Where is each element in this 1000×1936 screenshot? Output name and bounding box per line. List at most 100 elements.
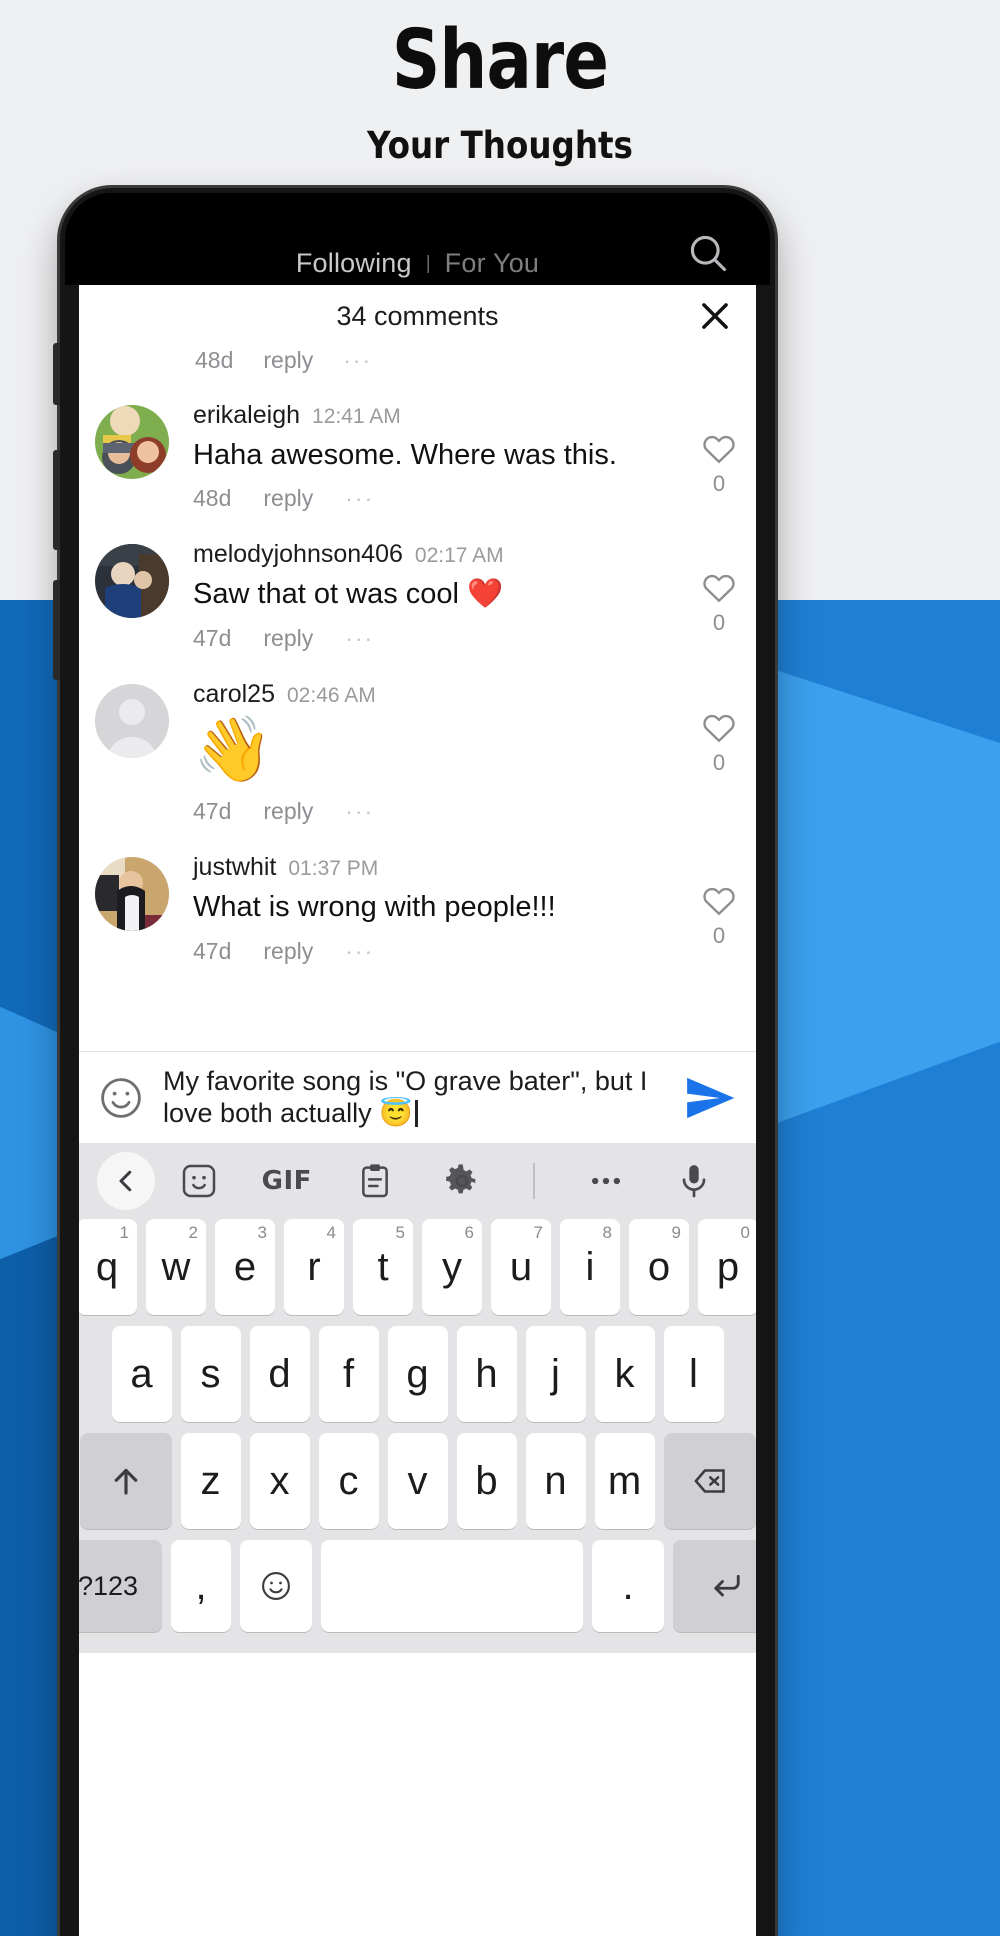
search-icon[interactable] <box>686 231 730 275</box>
key-p[interactable]: 0p <box>698 1219 756 1315</box>
key-t[interactable]: 5t <box>353 1219 413 1315</box>
key-space[interactable] <box>321 1540 583 1632</box>
keyboard-tool-group[interactable]: GIF <box>155 1158 738 1204</box>
gear-icon[interactable] <box>439 1158 485 1204</box>
key-a[interactable]: a <box>111 1326 172 1422</box>
key-comma[interactable]: , <box>171 1540 231 1632</box>
tab-for-you[interactable]: For You <box>445 248 539 279</box>
key-number: 9 <box>671 1223 681 1242</box>
more-options-icon[interactable]: ··· <box>345 939 374 963</box>
on-screen-keyboard[interactable]: GIF 1 q 2 w 3 e 4 r 5 t 6 y 7 u 8 i 9 o … <box>79 1143 756 1653</box>
gif-icon[interactable]: GIF <box>262 1158 312 1204</box>
heart-icon <box>703 888 735 916</box>
comment-footer: 48d reply ··· <box>193 485 672 512</box>
comment-input-line-2: both actually 😇 <box>220 1097 413 1128</box>
key-i[interactable]: 8i <box>560 1219 620 1315</box>
comment-username[interactable]: erikaleigh <box>193 401 300 430</box>
more-icon[interactable] <box>583 1158 629 1204</box>
clipboard-icon[interactable] <box>352 1158 398 1204</box>
reply-button[interactable]: reply <box>263 798 313 825</box>
key-d[interactable]: d <box>249 1326 310 1422</box>
heart-icon <box>703 435 735 464</box>
comment-age: 47d <box>193 937 232 964</box>
comment-item[interactable]: carol25 02:46 AM 👋 47d reply ··· 0 <box>79 666 756 840</box>
key-w[interactable]: 2w <box>146 1219 206 1315</box>
like-count: 0 <box>712 610 726 636</box>
key-h[interactable]: h <box>456 1326 517 1422</box>
key-u[interactable]: 7u <box>491 1219 551 1315</box>
more-options-icon[interactable]: ··· <box>343 349 372 372</box>
comment-timestamp: 02:17 AM <box>414 544 504 568</box>
key-l[interactable]: l <box>663 1326 724 1422</box>
send-icon[interactable] <box>682 1070 738 1126</box>
key-g[interactable]: g <box>387 1326 448 1422</box>
promo-header: Share Your Thoughts <box>0 0 1000 168</box>
like-column[interactable]: 0 <box>682 680 756 776</box>
comment-username[interactable]: carol25 <box>193 680 275 709</box>
keyboard-row-1[interactable]: 1q 2w 3e 4r 5t 6y 7u 8i 9o 0p <box>79 1219 756 1326</box>
comment-item[interactable]: melodyjohnson406 02:17 AM Saw that ot wa… <box>79 526 756 665</box>
app-tab-bar: Following | For You <box>65 193 770 285</box>
comment-body: justwhit 01:37 PM What is wrong with peo… <box>169 853 682 964</box>
reply-button[interactable]: reply <box>263 625 313 652</box>
microphone-icon[interactable] <box>671 1158 717 1204</box>
key-n[interactable]: n <box>525 1433 586 1529</box>
key-f[interactable]: f <box>318 1326 379 1422</box>
key-x[interactable]: x <box>249 1433 310 1529</box>
phone-screen: 34 comments 48d reply ··· erikaleigh 12:… <box>79 285 756 1936</box>
key-symbols[interactable]: ?123 <box>79 1540 162 1632</box>
key-period[interactable]: . <box>592 1540 664 1632</box>
like-column[interactable]: 0 <box>682 853 756 949</box>
comment-input-bar[interactable]: My favorite song is "O grave bater", but… <box>79 1051 756 1143</box>
key-number: 2 <box>188 1223 198 1242</box>
chevron-left-icon[interactable] <box>97 1152 155 1210</box>
reply-button[interactable]: reply <box>263 485 313 512</box>
avatar[interactable] <box>95 544 169 619</box>
key-e[interactable]: 3e <box>215 1219 275 1315</box>
more-options-icon[interactable]: ··· <box>345 800 374 823</box>
key-q[interactable]: 1q <box>79 1219 137 1315</box>
key-v[interactable]: v <box>387 1433 448 1529</box>
comment-text: Saw that ot was cool ❤️ <box>193 578 504 611</box>
smiley-icon[interactable] <box>97 1074 145 1122</box>
key-m[interactable]: m <box>594 1433 655 1529</box>
like-count: 0 <box>712 923 726 949</box>
shift-icon[interactable] <box>79 1433 172 1529</box>
comment-username[interactable]: melodyjohnson406 <box>193 540 403 569</box>
reply-button[interactable]: reply <box>263 347 313 374</box>
more-options-icon[interactable]: ··· <box>345 487 374 510</box>
emoji-icon[interactable] <box>240 1540 312 1632</box>
comment-header: justwhit 01:37 PM <box>193 853 672 882</box>
close-icon[interactable] <box>696 297 734 335</box>
enter-icon[interactable] <box>673 1540 756 1632</box>
avatar[interactable] <box>95 857 169 932</box>
key-z[interactable]: z <box>180 1433 241 1529</box>
more-options-icon[interactable]: ··· <box>345 626 374 650</box>
comment-list[interactable]: 48d reply ··· erikaleigh 12:41 AM Haha a… <box>79 347 756 1051</box>
key-r[interactable]: 4r <box>284 1219 344 1315</box>
key-k[interactable]: k <box>594 1326 655 1422</box>
key-c[interactable]: c <box>318 1433 379 1529</box>
keyboard-row-2[interactable]: a s d f g h j k l <box>79 1326 756 1433</box>
like-column[interactable]: 0 <box>682 540 756 636</box>
comment-age: 48d <box>195 347 234 373</box>
comment-item[interactable]: justwhit 01:37 PM What is wrong with peo… <box>79 839 756 978</box>
keyboard-row-3[interactable]: z x c v b n m <box>79 1433 756 1540</box>
keyboard-row-4[interactable]: ?123 , . <box>79 1540 756 1643</box>
avatar[interactable] <box>95 405 169 479</box>
like-column[interactable]: 0 <box>682 401 756 497</box>
reply-button[interactable]: reply <box>263 938 313 965</box>
avatar[interactable] <box>95 683 169 758</box>
comment-item[interactable]: erikaleigh 12:41 AM Haha awesome. Where … <box>79 387 756 526</box>
sticker-icon[interactable] <box>176 1158 222 1204</box>
key-y[interactable]: 6y <box>422 1219 482 1315</box>
backspace-icon[interactable] <box>663 1433 756 1529</box>
comment-username[interactable]: justwhit <box>193 853 276 882</box>
key-s[interactable]: s <box>180 1326 241 1422</box>
comment-input-field[interactable]: My favorite song is "O grave bater", but… <box>163 1066 664 1130</box>
key-o[interactable]: 9o <box>629 1219 689 1315</box>
tab-following[interactable]: Following <box>296 248 412 279</box>
key-j[interactable]: j <box>525 1326 586 1422</box>
key-b[interactable]: b <box>456 1433 517 1529</box>
keyboard-toolbar[interactable]: GIF <box>79 1143 756 1219</box>
